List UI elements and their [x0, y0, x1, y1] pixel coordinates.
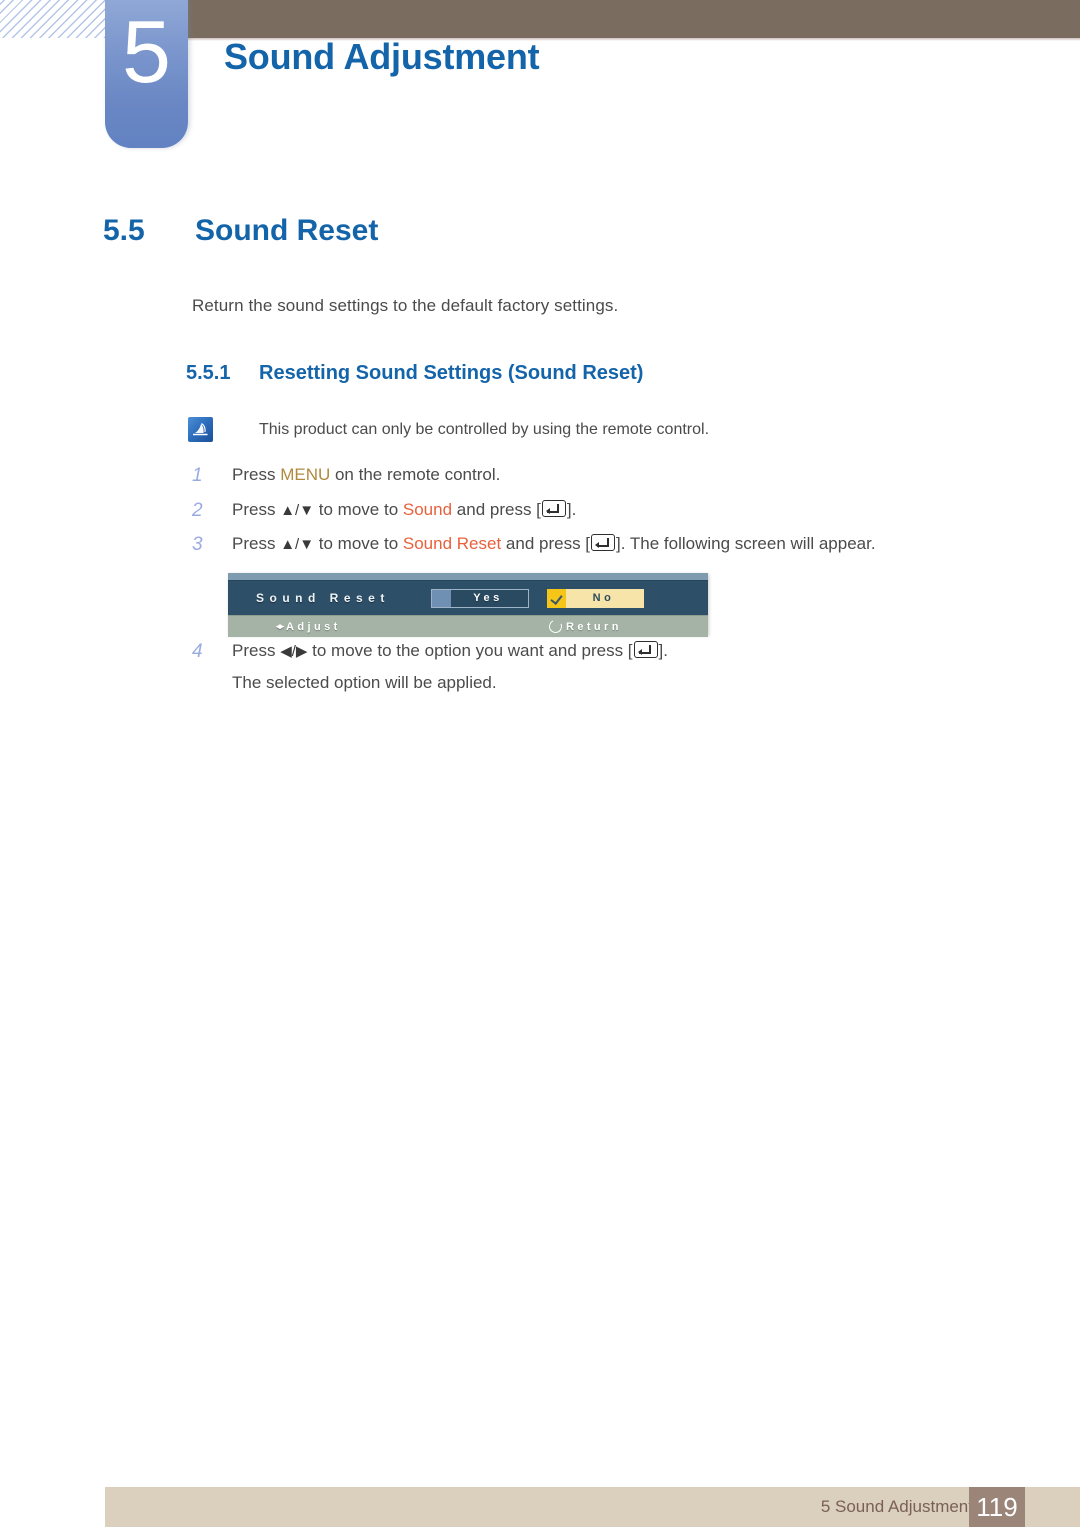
updown-arrow-icon: ▲/▼	[280, 536, 315, 553]
osd-option-no[interactable]: No	[547, 588, 644, 608]
osd-screenshot: Sound Reset Yes No ◂▸ Adjust Return	[228, 573, 708, 637]
step-3-mid: to move to	[314, 534, 403, 553]
step-1: 1 Press MENU on the remote control.	[192, 464, 500, 486]
chapter-title: Sound Adjustment	[224, 36, 540, 77]
osd-top-strip	[228, 573, 708, 581]
step-4-continuation: The selected option will be applied.	[232, 673, 497, 692]
step-2-mid: to move to	[314, 500, 403, 519]
step-2-text: Press ▲/▼ to move to Sound and press [].	[232, 499, 576, 521]
enter-key-icon	[591, 534, 616, 551]
step-2-keyword: Sound	[402, 500, 453, 519]
note-text: This product can only be controlled by u…	[259, 421, 710, 438]
subsection-heading: 5.5.1 Resetting Sound Settings (Sound Res…	[186, 362, 643, 385]
section-number: 5.5	[103, 214, 145, 247]
osd-yes-chip	[432, 589, 451, 607]
osd-hint-adjust-label: Adjust	[286, 620, 341, 633]
step-4-mid: to move to the option you want and press…	[307, 641, 633, 660]
page-number: 119	[969, 1487, 1025, 1527]
osd-hint-return: Return	[547, 618, 622, 635]
chapter-number-tab: 5	[105, 0, 188, 148]
subsection-title: Resetting Sound Settings (Sound Reset)	[259, 362, 644, 384]
header-brown-band	[188, 0, 1080, 38]
osd-no-label: No	[592, 592, 615, 604]
step-2-end: ].	[566, 500, 577, 519]
step-3-text: Press ▲/▼ to move to Sound Reset and pre…	[232, 533, 876, 555]
step-4: 4 Press ◀/▶ to move to the option you wa…	[192, 640, 668, 662]
note-pen-icon	[188, 417, 213, 442]
step-4-number: 4	[192, 641, 203, 662]
footer-label: 5 Sound Adjustment	[820, 1497, 973, 1516]
enter-key-icon	[541, 500, 566, 517]
step-1-post: on the remote control.	[330, 465, 501, 484]
step-3: 3 Press ▲/▼ to move to Sound Reset and p…	[192, 533, 876, 555]
subsection-number: 5.5.1	[186, 362, 231, 384]
step-1-pre: Press	[232, 465, 281, 484]
step-2-number: 2	[192, 500, 203, 521]
osd-body: Sound Reset Yes No	[228, 581, 708, 615]
updown-arrow-icon: ▲/▼	[280, 502, 315, 519]
step-3-keyword: Sound Reset	[402, 534, 502, 553]
step-2-post: and press [	[452, 500, 541, 519]
osd-yes-label: Yes	[473, 592, 503, 604]
section-heading: 5.5 Sound Reset	[103, 214, 378, 248]
decorative-hatch-pattern	[0, 0, 105, 38]
osd-option-yes[interactable]: Yes	[431, 588, 529, 608]
step-3-pre: Press	[232, 534, 281, 553]
step-3-number: 3	[192, 534, 203, 555]
note-callout: This product can only be controlled by u…	[188, 417, 709, 442]
osd-footer-hints: ◂▸ Adjust Return	[228, 615, 708, 637]
osd-no-check-icon	[547, 588, 566, 608]
leftright-arrow-icon: ◀/▶	[280, 643, 308, 660]
step-3-end: ]. The following screen will appear.	[616, 534, 876, 553]
section-intro-paragraph: Return the sound settings to the default…	[192, 296, 619, 315]
return-arrow-icon	[547, 618, 564, 635]
step-4-text: Press ◀/▶ to move to the option you want…	[232, 640, 668, 662]
step-4-end: ].	[658, 641, 668, 660]
osd-hint-adjust: ◂▸ Adjust	[276, 621, 341, 633]
step-2: 2 Press ▲/▼ to move to Sound and press […	[192, 499, 576, 521]
leftright-arrow-icon: ◂▸	[276, 621, 284, 631]
enter-key-icon	[633, 641, 658, 658]
step-1-keyword: MENU	[280, 465, 331, 484]
chapter-number: 5	[122, 2, 171, 101]
osd-hint-return-label: Return	[566, 620, 622, 633]
step-4-pre: Press	[232, 641, 281, 660]
step-2-pre: Press	[232, 500, 281, 519]
section-title: Sound Reset	[195, 214, 379, 247]
step-3-post: and press [	[501, 534, 591, 553]
osd-title: Sound Reset	[256, 591, 390, 605]
step-1-text: Press MENU on the remote control.	[232, 464, 500, 485]
step-1-number: 1	[192, 465, 203, 486]
